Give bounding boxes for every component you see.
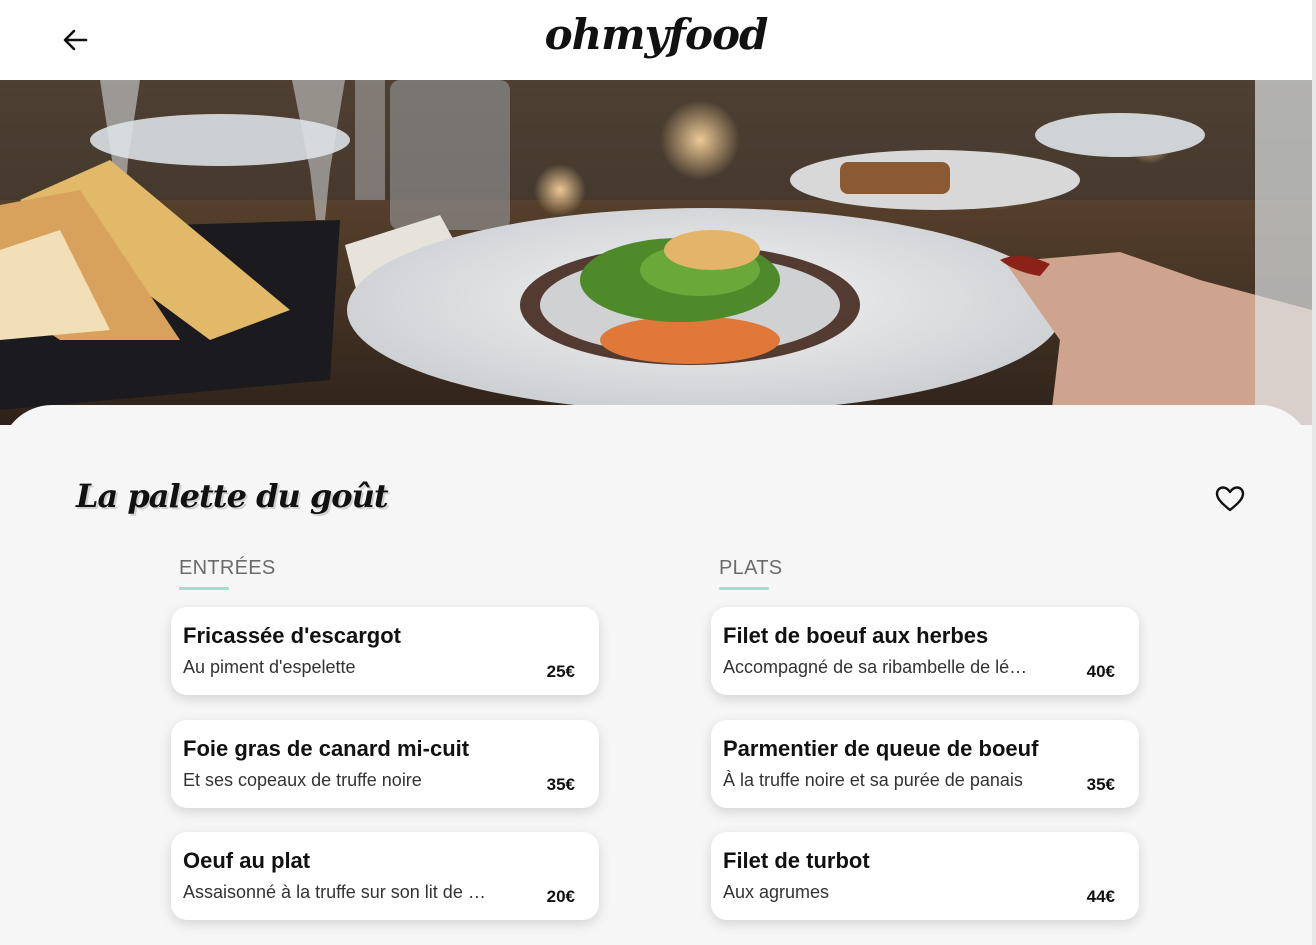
dish-name: Filet de boeuf aux herbes [723,623,989,648]
menu-card[interactable]: Filet de turbot Aux agrumes 44€ [711,832,1139,920]
restaurant-title: La palette du goût [76,477,389,515]
menu-card[interactable]: Filet de boeuf aux herbes Accompagné de … [711,607,1139,695]
favorite-button[interactable] [1212,483,1248,515]
dish-price: 35€ [546,775,575,794]
restaurant-hero-image [0,80,1312,425]
section-title-entrees-label: ENTRÉES [179,557,276,579]
section-underline [179,587,229,590]
menu-card[interactable]: Parmentier de queue de boeuf À la truffe… [711,720,1139,808]
section-title-plats: PLATS [719,557,783,590]
section-underline [719,587,769,590]
dish-price: 44€ [1086,887,1115,906]
dish-description: Aux agrumes [723,882,830,902]
app-logo[interactable]: ohmyfood [0,10,1312,59]
dish-description: Au piment d'espelette [183,657,356,677]
dish-price: 40€ [1086,662,1115,681]
dish-name: Oeuf au plat [183,848,311,873]
dish-description: Et ses copeaux de truffe noire [183,770,422,790]
menu-card[interactable]: Foie gras de canard mi-cuit Et ses copea… [171,720,599,808]
scrollbar[interactable] [1312,0,1316,945]
section-title-plats-label: PLATS [719,557,783,579]
section-title-entrees: ENTRÉES [179,557,276,590]
dish-description: À la truffe noire et sa purée de panais [723,770,1023,790]
dish-name: Foie gras de canard mi-cuit [183,736,470,761]
restaurant-menu-panel: La palette du goût ENTRÉES Fricassée d'e… [0,405,1312,945]
heart-outline-icon [1215,486,1245,512]
dish-description: Assaisonné à la truffe sur son lit de … [183,882,486,902]
dish-description: Accompagné de sa ribambelle de lé… [723,657,1028,677]
dish-name: Parmentier de queue de boeuf [723,736,1039,761]
dish-price: 20€ [546,887,575,906]
dish-name: Filet de turbot [723,848,870,873]
menu-card[interactable]: Oeuf au plat Assaisonné à la truffe sur … [171,832,599,920]
dish-price: 35€ [1086,775,1115,794]
dish-price: 25€ [546,662,575,681]
dish-name: Fricassée d'escargot [183,623,402,648]
menu-card[interactable]: Fricassée d'escargot Au piment d'espelet… [171,607,599,695]
app-header: ohmyfood [0,0,1312,80]
